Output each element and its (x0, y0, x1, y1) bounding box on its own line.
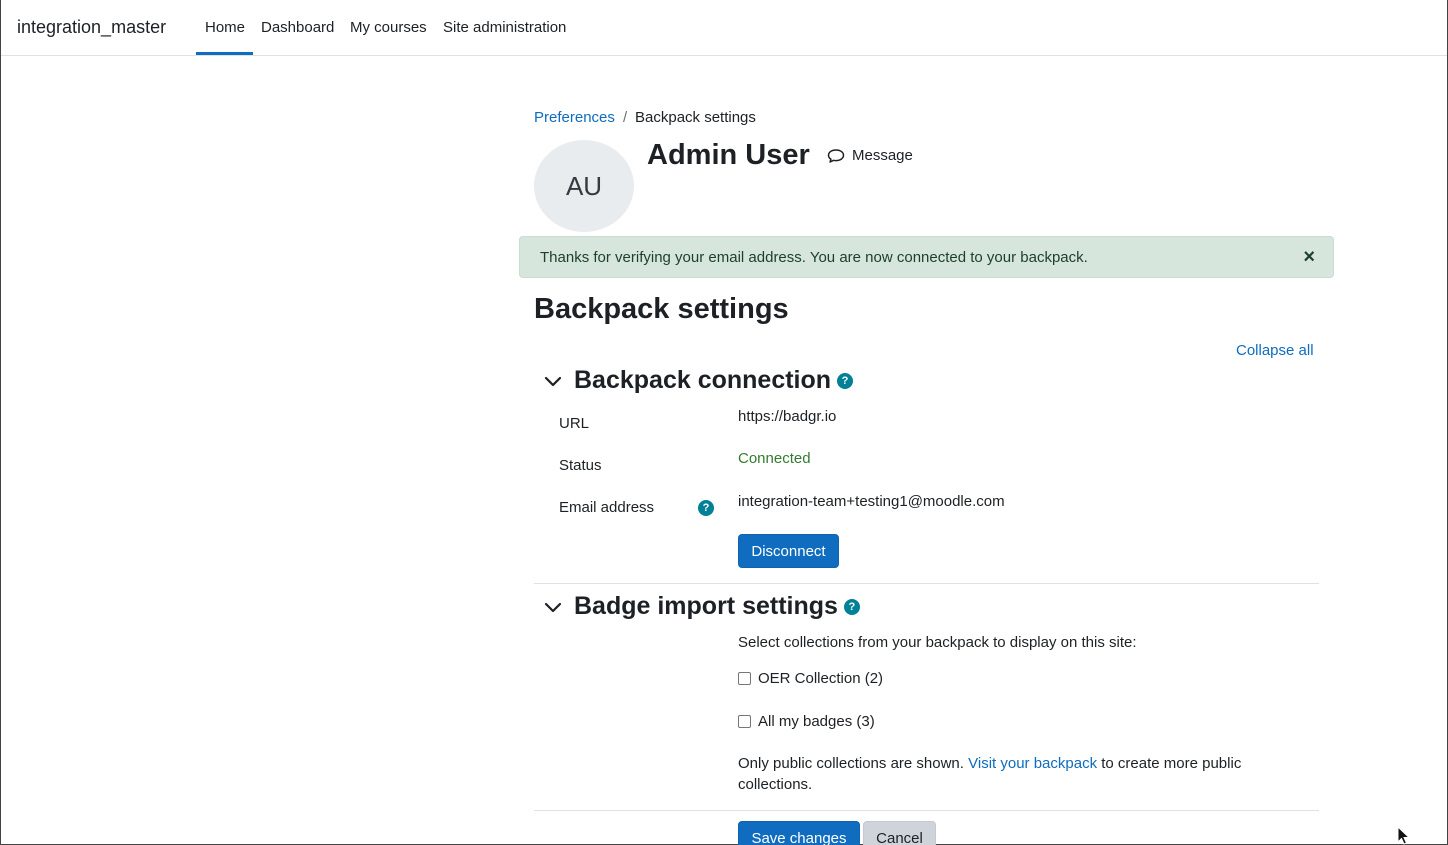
collection-label[interactable]: All my badges (3) (758, 713, 875, 730)
cancel-button[interactable]: Cancel (863, 821, 936, 845)
nav-home[interactable]: Home (205, 19, 245, 36)
avatar-initials: AU (565, 170, 603, 201)
message-label: Message (852, 147, 913, 164)
chevron-down-icon[interactable] (542, 596, 564, 618)
section-divider (534, 583, 1319, 584)
url-value: https://badgr.io (738, 408, 837, 425)
help-icon[interactable]: ? (837, 372, 854, 389)
collapse-all-link[interactable]: Collapse all (1236, 342, 1314, 359)
speech-bubble-icon (827, 148, 845, 163)
success-alert: Thanks for verifying your email address.… (519, 236, 1334, 278)
nav-dashboard[interactable]: Dashboard (261, 19, 334, 36)
collection-checkbox-row[interactable]: OER Collection (2) (738, 670, 883, 687)
note-text-before: Only public collections are shown. (738, 755, 969, 772)
close-icon[interactable]: × (1303, 246, 1315, 269)
email-label: Email address (559, 499, 655, 516)
message-button[interactable]: Message (827, 147, 913, 164)
collection-checkbox[interactable] (738, 672, 751, 685)
breadcrumb-current: Backpack settings (635, 109, 756, 126)
visit-backpack-link[interactable]: Visit your backpack (968, 755, 1097, 772)
nav-my-courses[interactable]: My courses (350, 19, 427, 36)
breadcrumb-separator: / (623, 109, 628, 126)
collection-label[interactable]: OER Collection (2) (758, 670, 883, 687)
nav-active-indicator (196, 52, 253, 55)
site-brand[interactable]: integration_master (17, 17, 166, 38)
backpack-connection-title: Backpack connection (574, 366, 832, 394)
save-changes-button[interactable]: Save changes (738, 821, 860, 845)
chevron-down-icon[interactable] (542, 370, 564, 392)
collections-instruction: Select collections from your backpack to… (738, 634, 1137, 651)
email-help-icon[interactable]: ? (698, 500, 714, 516)
breadcrumb-preferences-link[interactable]: Preferences (534, 109, 615, 126)
status-label: Status (559, 457, 602, 474)
backpack-connection-header[interactable]: Backpack connection ? (542, 366, 854, 395)
public-collections-note: Only public collections are shown. Visit… (738, 753, 1298, 795)
user-name-heading: Admin User (647, 139, 810, 171)
collection-checkbox-row[interactable]: All my badges (3) (738, 713, 875, 730)
form-actions-divider (534, 810, 1319, 811)
collection-checkbox[interactable] (738, 715, 751, 728)
help-icon[interactable]: ? (843, 598, 860, 615)
top-navbar: integration_master Home Dashboard My cou… (1, 0, 1447, 56)
status-value: Connected (738, 450, 811, 467)
url-label: URL (559, 415, 590, 432)
mouse-cursor-icon (1397, 826, 1411, 845)
disconnect-button[interactable]: Disconnect (738, 534, 839, 568)
nav-site-administration[interactable]: Site administration (443, 19, 566, 36)
page-title: Backpack settings (534, 293, 789, 325)
avatar: AU (534, 140, 634, 232)
alert-text: Thanks for verifying your email address.… (540, 249, 1088, 266)
badge-import-title: Badge import settings (574, 592, 838, 620)
email-value: integration-team+testing1@moodle.com (738, 493, 1005, 510)
badge-import-header[interactable]: Badge import settings ? (542, 592, 860, 621)
